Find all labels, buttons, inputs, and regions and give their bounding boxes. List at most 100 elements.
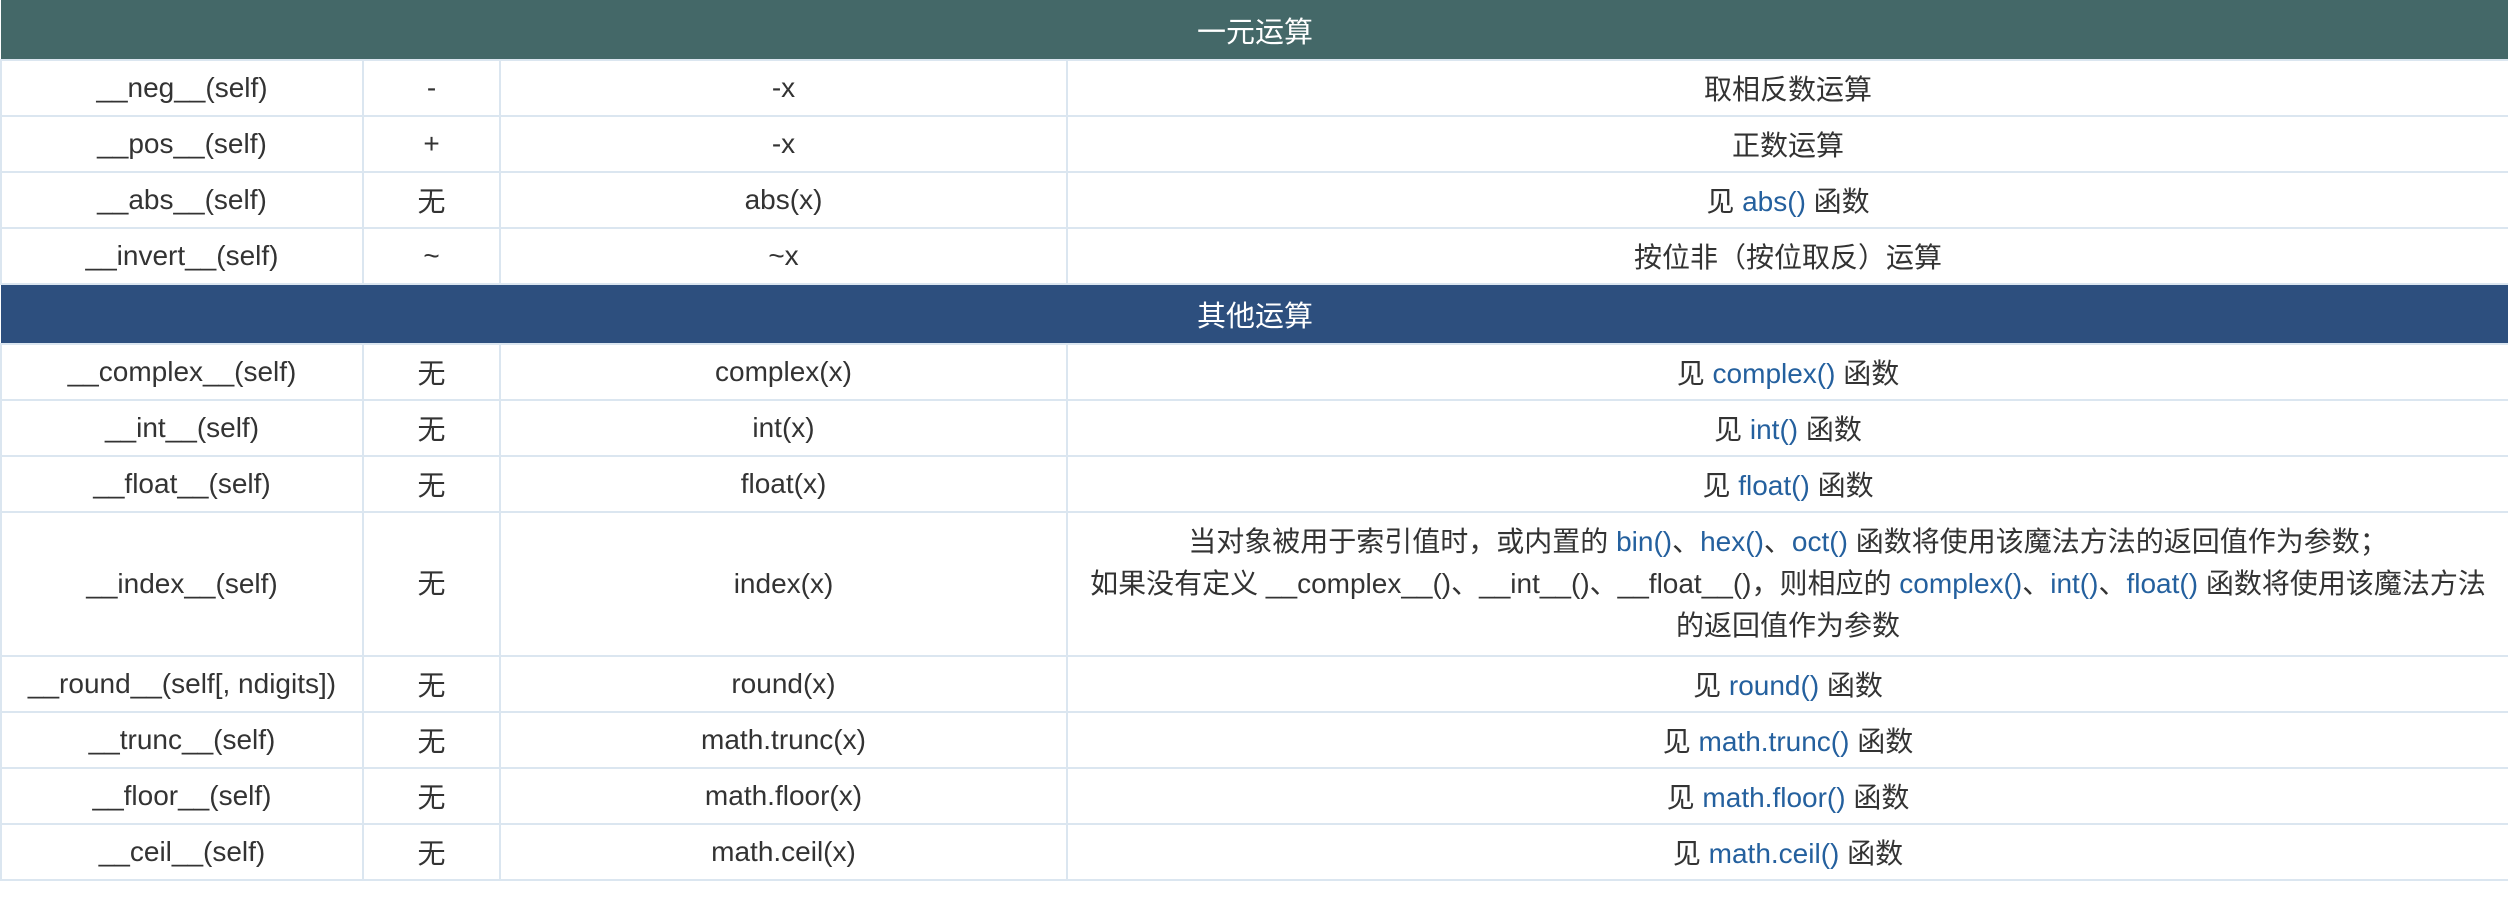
operator-cell: 无 <box>362 511 501 657</box>
desc-suffix: 函数 <box>1805 186 1870 217</box>
operator-cell: 无 <box>362 455 501 513</box>
call-cell: math.ceil(x) <box>499 823 1068 881</box>
table-row: __float__(self) 无 float(x) 见 float() 函数 <box>0 455 2508 513</box>
desc-prefix: 见 <box>1672 838 1709 869</box>
desc-text: 函数将使用该魔法方法的返回值作为参数； <box>1847 526 2388 557</box>
separator: 、 <box>2022 568 2051 599</box>
description-cell: 见 complex() 函数 <box>1065 343 2508 401</box>
float-link[interactable]: float() <box>2126 568 2198 599</box>
table-row: __invert__(self) ~ ~x 按位非（按位取反）运算 <box>0 227 2508 285</box>
desc-prefix: 见 <box>1662 726 1699 757</box>
call-cell: complex(x) <box>499 343 1068 401</box>
operator-cell: 无 <box>362 171 501 229</box>
table-row: __trunc__(self) 无 math.trunc(x) 见 math.t… <box>0 711 2508 769</box>
call-cell: float(x) <box>499 455 1068 513</box>
hex-link[interactable]: hex() <box>1700 526 1764 557</box>
description-cell: 见 math.ceil() 函数 <box>1065 823 2508 881</box>
call-cell: -x <box>499 115 1068 173</box>
description-cell: 见 float() 函数 <box>1065 455 2508 513</box>
desc-text: 函数将使用该魔法方法 <box>2198 568 2486 599</box>
method-cell: __neg__(self) <box>0 59 364 117</box>
oct-link[interactable]: oct() <box>1792 526 1848 557</box>
desc-suffix: 函数 <box>1798 414 1862 445</box>
operator-cell: 无 <box>362 823 501 881</box>
method-cell: __int__(self) <box>0 399 364 457</box>
operator-cell: 无 <box>362 711 501 769</box>
index-desc-line-1: 当对象被用于索引值时，或内置的 bin()、hex()、oct() 函数将使用该… <box>1076 521 2500 563</box>
separator: 、 <box>1763 526 1792 557</box>
separator: 、 <box>2098 568 2127 599</box>
float-link[interactable]: float() <box>1738 470 1810 501</box>
desc-prefix: 见 <box>1702 470 1739 501</box>
complex-link[interactable]: complex() <box>1713 358 1836 389</box>
call-cell: int(x) <box>499 399 1068 457</box>
math-trunc-link[interactable]: math.trunc() <box>1699 726 1850 757</box>
desc-text: 如果没有定义 __complex__()、__int__()、__float__… <box>1090 568 1900 599</box>
math-floor-link[interactable]: math.floor() <box>1702 782 1845 813</box>
operator-cell: - <box>362 59 501 117</box>
desc-prefix: 见 <box>1666 782 1703 813</box>
section-title-unary: 一元运算 <box>1 0 2508 60</box>
index-desc-line-2: 如果没有定义 __complex__()、__int__()、__float__… <box>1076 563 2500 605</box>
round-link[interactable]: round() <box>1729 670 1819 701</box>
method-cell: __invert__(self) <box>0 227 364 285</box>
method-cell: __trunc__(self) <box>0 711 364 769</box>
table-row: __ceil__(self) 无 math.ceil(x) 见 math.cei… <box>0 823 2508 881</box>
description-cell: 取相反数运算 <box>1065 59 2508 117</box>
description-cell: 见 math.floor() 函数 <box>1065 767 2508 825</box>
table-row: __int__(self) 无 int(x) 见 int() 函数 <box>0 399 2508 457</box>
method-cell: __floor__(self) <box>0 767 364 825</box>
desc-suffix: 函数 <box>1835 358 1900 389</box>
operator-cell: ~ <box>362 227 501 285</box>
int-link[interactable]: int() <box>2050 568 2098 599</box>
desc-suffix: 函数 <box>1849 726 1914 757</box>
desc-prefix: 见 <box>1676 358 1713 389</box>
call-cell: round(x) <box>499 655 1068 713</box>
operator-cell: 无 <box>362 399 501 457</box>
section-header-unary: 一元运算 <box>1 0 2508 60</box>
method-cell: __ceil__(self) <box>0 823 364 881</box>
method-cell: __float__(self) <box>0 455 364 513</box>
call-cell: ~x <box>499 227 1068 285</box>
method-cell: __complex__(self) <box>0 343 364 401</box>
operator-cell: + <box>362 115 501 173</box>
int-link[interactable]: int() <box>1750 414 1798 445</box>
section-title-other: 其他运算 <box>1 284 2508 344</box>
description-cell: 正数运算 <box>1065 115 2508 173</box>
desc-prefix: 见 <box>1693 670 1729 701</box>
desc-suffix: 函数 <box>1809 470 1874 501</box>
call-cell: abs(x) <box>499 171 1068 229</box>
call-cell: index(x) <box>499 511 1068 657</box>
method-cell: __round__(self[, ndigits]) <box>0 655 364 713</box>
desc-suffix: 函数 <box>1819 670 1883 701</box>
table-row: __round__(self[, ndigits]) 无 round(x) 见 … <box>0 655 2508 713</box>
desc-suffix: 函数 <box>1845 782 1910 813</box>
desc-text: 当对象被用于索引值时，或内置的 <box>1188 526 1617 557</box>
magic-methods-table: 一元运算 __neg__(self) - -x 取相反数运算 __pos__(s… <box>0 0 2508 881</box>
description-cell: 见 int() 函数 <box>1065 399 2508 457</box>
desc-prefix: 见 <box>1714 414 1750 445</box>
description-cell: 见 round() 函数 <box>1065 655 2508 713</box>
section-header-other: 其他运算 <box>1 284 2508 344</box>
call-cell: math.floor(x) <box>499 767 1068 825</box>
operator-cell: 无 <box>362 767 501 825</box>
table-row: __pos__(self) + -x 正数运算 <box>0 115 2508 173</box>
index-desc-line-3: 的返回值作为参数 <box>1676 610 1901 641</box>
math-ceil-link[interactable]: math.ceil() <box>1709 838 1840 869</box>
description-cell: 见 abs() 函数 <box>1065 171 2508 229</box>
table-row: __index__(self) 无 index(x) 当对象被用于索引值时，或内… <box>0 511 2508 657</box>
bin-link[interactable]: bin() <box>1616 526 1672 557</box>
separator: 、 <box>1672 526 1701 557</box>
table-row: __complex__(self) 无 complex(x) 见 complex… <box>0 343 2508 401</box>
abs-link[interactable]: abs() <box>1742 186 1806 217</box>
method-cell: __index__(self) <box>0 511 364 657</box>
operator-cell: 无 <box>362 655 501 713</box>
complex-link[interactable]: complex() <box>1899 568 2022 599</box>
desc-suffix: 函数 <box>1839 838 1904 869</box>
operator-cell: 无 <box>362 343 501 401</box>
table-row: __floor__(self) 无 math.floor(x) 见 math.f… <box>0 767 2508 825</box>
method-cell: __abs__(self) <box>0 171 364 229</box>
method-cell: __pos__(self) <box>0 115 364 173</box>
table-row: __neg__(self) - -x 取相反数运算 <box>0 59 2508 117</box>
description-cell: 当对象被用于索引值时，或内置的 bin()、hex()、oct() 函数将使用该… <box>1065 511 2508 657</box>
